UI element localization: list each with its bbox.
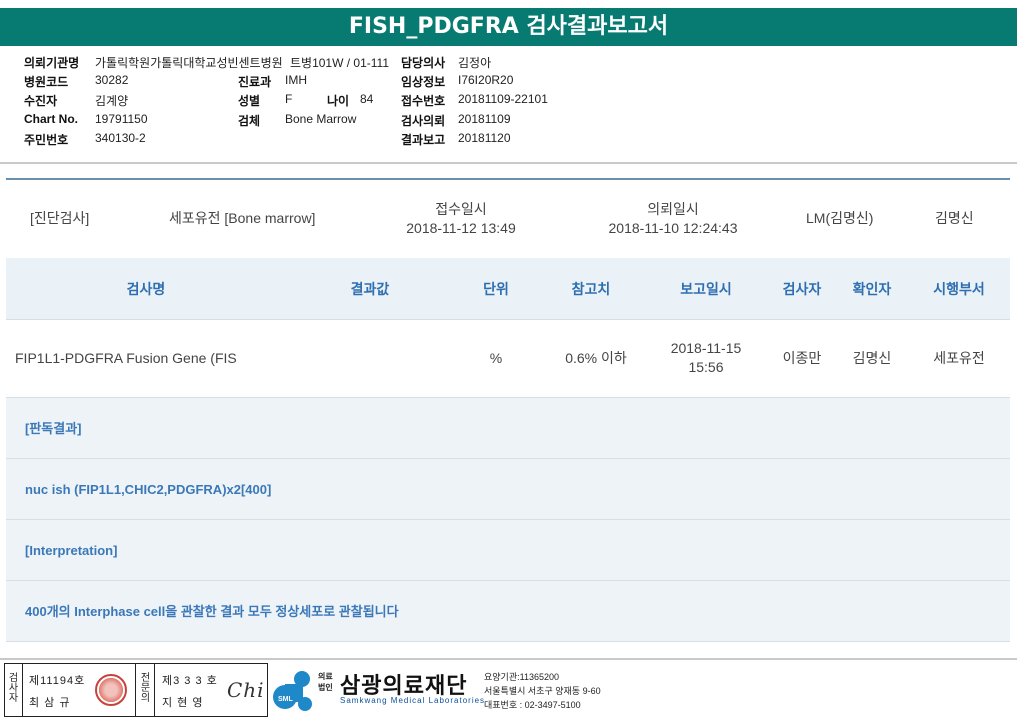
- summary-requested: 의뢰일시 2018-11-10 12:24:43: [588, 200, 758, 238]
- logo-text: SML: [278, 696, 294, 703]
- institution-label: 의뢰기관명: [24, 56, 80, 70]
- summary-lm: LM(김명신): [806, 210, 874, 226]
- header-confirmer: 확인자: [852, 281, 892, 297]
- cell-unit: %: [489, 350, 503, 366]
- interp-title-row: [Interpretation]: [6, 520, 1010, 581]
- summary-confirmer: 김명신: [935, 210, 974, 226]
- receipt-no-label: 접수번호: [401, 94, 446, 108]
- cell-reference: 0.6% 이하: [565, 350, 627, 366]
- org-type-top: 의료: [318, 672, 333, 681]
- doctor-label: 담당의사: [401, 56, 446, 70]
- clinical-value: I76I20R20: [458, 73, 514, 87]
- dept-label: 진료과: [238, 75, 272, 89]
- organization-block: SML 의료 법인 삼광의료재단 Samkwang Medical Labora…: [272, 664, 652, 720]
- interp-section-title: [판독결과]: [25, 421, 82, 436]
- interp-text-row: 400개의 Interphase cell을 관찰한 결과 모두 정상세포로 관…: [6, 581, 1010, 642]
- age-label: 나이: [327, 94, 350, 108]
- clinical-label: 임상정보: [401, 75, 446, 89]
- specimen-value: Bone Marrow: [285, 112, 357, 126]
- resident-value: 340130-2: [95, 131, 146, 145]
- summary-received: 접수일시 2018-11-12 13:49: [391, 200, 531, 238]
- sex-label: 성별: [238, 94, 261, 108]
- karyotype-row: nuc ish (FIP1L1,CHIC2,PDGFRA)x2[400]: [6, 459, 1010, 520]
- received-value: 2018-11-12 13:49: [406, 220, 516, 236]
- interp-section-title-row: [판독결과]: [6, 398, 1010, 459]
- header-department: 시행부서: [933, 281, 985, 297]
- sex-value: F: [285, 92, 293, 106]
- summary-department: 세포유전 [Bone marrow]: [169, 210, 316, 226]
- specialist-license: 제3 3 3 호: [162, 675, 218, 687]
- header-tester: 검사자: [782, 281, 822, 297]
- age-value: 84: [360, 92, 374, 106]
- request-label: 검사의뢰: [401, 114, 446, 128]
- ward-value: 트병101W / 01-111: [290, 56, 390, 70]
- test-summary-row: [진단검사] 세포유전 [Bone marrow] 접수일시 2018-11-1…: [6, 182, 1010, 258]
- cell-report-hour: 15:56: [688, 359, 724, 375]
- divider: [135, 664, 136, 716]
- header-result: 결과값: [350, 281, 390, 297]
- table-row: FIP1L1-PDGFRA Fusion Gene (FIS % 0.6% 이하…: [6, 320, 1010, 398]
- specialist-label: 전문의: [138, 672, 149, 702]
- collector-value: 김계양: [95, 94, 129, 108]
- report-value: 20181120: [458, 131, 511, 145]
- cell-department: 세포유전: [933, 350, 985, 366]
- header-test-name: 검사명: [126, 281, 166, 297]
- request-value: 20181109: [458, 112, 511, 126]
- specialist-name: 지 현 영: [162, 697, 204, 709]
- cell-test-name: FIP1L1-PDGFRA Fusion Gene (FIS: [15, 350, 237, 366]
- hospital-code-value: 30282: [95, 73, 129, 87]
- report-label: 결과보고: [401, 133, 446, 147]
- receipt-no-value: 20181109-22101: [458, 92, 548, 106]
- doctor-value: 김정아: [458, 56, 492, 70]
- sml-logo-icon: SML: [273, 671, 312, 711]
- signature-box: 검사자 제11194호 최 삼 규 전문의 제3 3 3 호 지 현 영 Chi: [4, 663, 268, 717]
- tester-name: 최 삼 규: [29, 697, 71, 709]
- specimen-label: 검체: [238, 114, 261, 128]
- cell-report-time: 2018-11-15 15:56: [656, 339, 756, 377]
- patient-info-block: 의뢰기관명 가톨릭학원가톨릭대학교성빈센트병원 트병101W / 01-111 …: [0, 54, 1017, 166]
- karyotype-text: nuc ish (FIP1L1,CHIC2,PDGFRA)x2[400]: [25, 482, 272, 497]
- org-type-bottom: 법인: [318, 683, 333, 692]
- resident-label: 주민번호: [24, 133, 69, 147]
- org-phone: 대표번호 : 02-3497-5100: [484, 700, 581, 710]
- received-label: 접수일시: [435, 201, 487, 217]
- tester-license: 제11194호: [29, 675, 86, 687]
- seal-stamp: [95, 674, 127, 706]
- cell-confirmer: 김명신: [852, 350, 892, 366]
- requested-label: 의뢰일시: [647, 201, 699, 217]
- collector-label: 수진자: [24, 94, 58, 108]
- org-code: 요양기관:11365200: [484, 672, 559, 682]
- dept-value: IMH: [285, 73, 307, 87]
- tester-vertical-label: 검사자: [6, 672, 20, 702]
- cell-tester: 이종만: [782, 350, 822, 366]
- cell-report-date: 2018-11-15: [670, 340, 742, 356]
- requested-value: 2018-11-10 12:24:43: [608, 220, 738, 236]
- report-title: FISH_PDGFRA 검사결과보고서: [0, 8, 1017, 46]
- header-report-time: 보고일시: [680, 281, 732, 297]
- summary-category: [진단검사]: [30, 210, 90, 226]
- specialist-vertical-label: 전문의: [138, 672, 152, 702]
- signature: Chi: [227, 678, 265, 702]
- interp-text: 400개의 Interphase cell을 관찰한 결과 모두 정상세포로 관…: [25, 604, 399, 619]
- chart-label: Chart No.: [24, 112, 78, 126]
- org-address: 서울특별시 서초구 양재동 9-60: [484, 686, 601, 696]
- org-english-name: Samkwang Medical Laboratories: [340, 696, 486, 705]
- divider: [0, 162, 1017, 164]
- hospital-code-label: 병원코드: [24, 75, 69, 89]
- chart-value: 19791150: [95, 112, 148, 126]
- tester-label: 검사자: [6, 672, 17, 702]
- header-unit: 단위: [483, 281, 509, 297]
- divider: [154, 664, 155, 716]
- interp-title: [Interpretation]: [25, 543, 118, 558]
- report-footer: 검사자 제11194호 최 삼 규 전문의 제3 3 3 호 지 현 영 Chi…: [0, 660, 1017, 728]
- results-table-header: 검사명 결과값 단위 참고치 보고일시 검사자 확인자 시행부서: [6, 258, 1010, 320]
- divider: [6, 178, 1010, 180]
- divider: [22, 664, 23, 716]
- institution-value: 가톨릭학원가톨릭대학교성빈센트병원: [95, 56, 283, 70]
- header-reference: 참고치: [571, 281, 611, 297]
